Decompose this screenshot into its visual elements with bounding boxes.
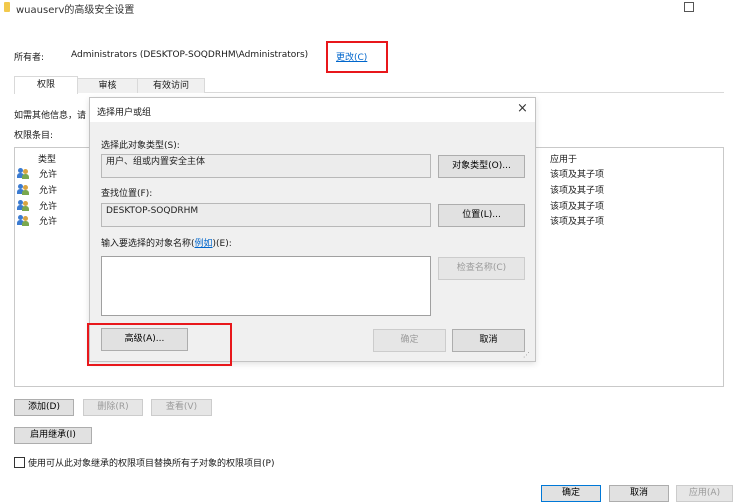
dialog-cancel-button[interactable]: 取消 <box>452 329 525 352</box>
location-label: 查找位置(F): <box>101 189 153 199</box>
row-applies: 该项及其子项 <box>550 217 605 227</box>
location-field: DESKTOP-SOQDRHM <box>101 203 431 227</box>
title-bar: wuauserv的高级安全设置 <box>0 0 733 16</box>
row-applies: 该项及其子项 <box>550 170 605 180</box>
window-title: wuauserv的高级安全设置 <box>16 5 135 16</box>
enter-names-prefix: 输入要选择的对象名称( <box>101 239 195 249</box>
row-type: 允许 <box>39 202 58 212</box>
tab-auditing-label: 审核 <box>98 81 117 91</box>
dialog-title: 选择用户或组 <box>97 108 152 118</box>
user-group-icon <box>17 168 30 179</box>
remove-button[interactable]: 删除(R) <box>83 399 143 416</box>
check-names-button[interactable]: 检查名称(C) <box>438 257 525 280</box>
permission-entries-label: 权限条目: <box>14 131 54 141</box>
resize-grip-icon[interactable]: ⋰ <box>523 351 530 359</box>
column-applies-header: 应用于 <box>550 155 578 165</box>
change-link-highlight <box>326 41 388 73</box>
object-types-button[interactable]: 对象类型(O)... <box>438 155 525 178</box>
locations-button[interactable]: 位置(L)... <box>438 204 525 227</box>
column-type-header: 类型 <box>38 155 57 165</box>
info-text: 如需其他信息，请 <box>14 111 87 121</box>
tab-permissions[interactable]: 权限 <box>14 76 78 94</box>
object-type-label: 选择此对象类型(S): <box>101 141 180 151</box>
user-group-icon <box>17 184 30 195</box>
tab-auditing[interactable]: 审核 <box>77 78 138 93</box>
view-button[interactable]: 查看(V) <box>151 399 212 416</box>
tab-permissions-label: 权限 <box>36 80 55 90</box>
ok-button[interactable]: 确定 <box>541 485 601 502</box>
row-applies: 该项及其子项 <box>550 202 605 212</box>
dialog-title-bar: 选择用户或组 × <box>90 98 535 122</box>
row-type: 允许 <box>39 186 58 196</box>
dialog-ok-button[interactable]: 确定 <box>373 329 446 352</box>
close-icon[interactable]: × <box>517 101 528 116</box>
row-type: 允许 <box>39 170 58 180</box>
cancel-button[interactable]: 取消 <box>609 485 669 502</box>
row-applies: 该项及其子项 <box>550 186 605 196</box>
replace-permissions-checkbox[interactable] <box>14 457 25 468</box>
object-names-textarea[interactable] <box>101 256 431 316</box>
object-type-field: 用户、组或内置安全主体 <box>101 154 431 178</box>
owner-value: Administrators (DESKTOP-SOQDRHM\Administ… <box>71 50 309 60</box>
advanced-button-highlight <box>87 323 232 366</box>
enter-names-label: 输入要选择的对象名称(例如)(E): <box>101 236 232 249</box>
maximize-icon[interactable] <box>684 2 694 12</box>
enable-inheritance-button[interactable]: 启用继承(I) <box>14 427 92 444</box>
tab-effective-access-label: 有效访问 <box>152 81 189 91</box>
examples-link[interactable]: 例如 <box>195 239 213 249</box>
apply-button[interactable]: 应用(A) <box>676 485 733 502</box>
user-group-icon <box>17 215 30 226</box>
row-type: 允许 <box>39 217 58 227</box>
enter-names-suffix: )(E): <box>212 239 232 249</box>
tab-effective-access[interactable]: 有效访问 <box>137 78 205 93</box>
user-group-icon <box>17 200 30 211</box>
folder-icon <box>4 2 10 12</box>
replace-permissions-label: 使用可从此对象继承的权限项目替换所有子对象的权限项目(P) <box>28 459 275 469</box>
add-button[interactable]: 添加(D) <box>14 399 74 416</box>
owner-label: 所有者: <box>14 53 45 63</box>
